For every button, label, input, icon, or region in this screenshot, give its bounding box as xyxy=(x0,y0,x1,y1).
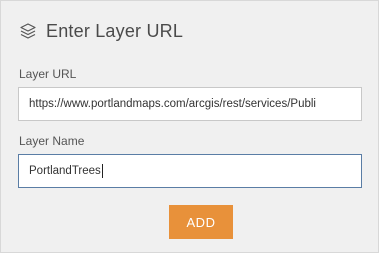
layer-url-label: Layer URL xyxy=(19,67,77,81)
layers-icon xyxy=(19,22,37,40)
layer-url-value: https://www.portlandmaps.com/arcgis/rest… xyxy=(29,98,316,110)
layer-name-label: Layer Name xyxy=(19,134,85,148)
enter-layer-url-panel: Enter Layer URL Layer URL https://www.po… xyxy=(0,0,379,253)
layer-name-value: PortlandTrees xyxy=(29,165,101,177)
add-button[interactable]: ADD xyxy=(169,205,233,239)
page-title: Enter Layer URL xyxy=(46,20,184,41)
layer-url-input[interactable]: https://www.portlandmaps.com/arcgis/rest… xyxy=(18,87,362,121)
layer-name-input[interactable]: PortlandTrees xyxy=(18,154,362,188)
text-caret xyxy=(101,164,103,178)
panel-header: Enter Layer URL xyxy=(19,19,183,43)
